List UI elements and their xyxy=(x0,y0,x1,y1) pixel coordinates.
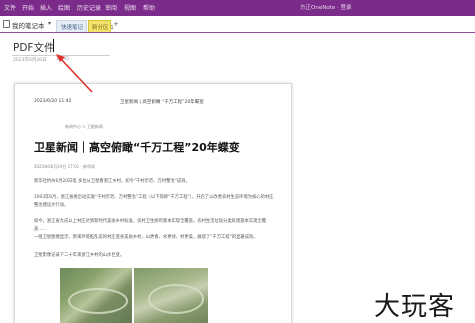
text-cursor xyxy=(53,39,54,52)
page-time: 11:35 xyxy=(56,57,69,62)
printout-paragraph: 一组卫星图像显示，原来环境脏乱差的村庄变身美丽乡村，山更青、水更绿、村更美，展现… xyxy=(34,235,258,240)
watermark-logo: 大玩客 xyxy=(374,292,456,322)
tab-new-section-1[interactable]: 新分区 1 xyxy=(88,20,114,32)
printout-breadcrumb: 新闻中心 > 卫星新闻 xyxy=(65,124,103,129)
page-date: 2023年6月20日 xyxy=(13,58,47,63)
satellite-image-after xyxy=(134,268,208,323)
printout-paragraph: 2003年6月，浙江省委启动实施“千村示范、万村整治”工程（以下简称“千万工程”… xyxy=(34,195,274,208)
menu-review[interactable]: 审阅 xyxy=(105,3,117,12)
tab-new-section-1-label: 新分区 1 xyxy=(92,25,114,31)
account-info[interactable]: 方正OneNote · 登录 xyxy=(300,3,351,11)
menu-help[interactable]: 帮助 xyxy=(143,3,155,12)
onenote-window: 文件 开始 插入 绘图 历史记录 审阅 视图 帮助 方正OneNote · 登录… xyxy=(0,0,475,323)
menu-history[interactable]: 历史记录 xyxy=(77,3,101,12)
tab-quick-notes-label: 快速笔记 xyxy=(61,25,84,31)
printout-paragraph: 如今，浙江省九成以上村庄达到新时代美丽乡村标准，农村卫生厕所基本实现全覆盖，农村… xyxy=(34,219,267,232)
menu-view[interactable]: 视图 xyxy=(124,3,136,12)
chevron-down-icon[interactable]: ▾ xyxy=(48,20,51,27)
printout-meta: 2023年06月19日 17:01 · 新华网 xyxy=(34,164,95,169)
ribbon-menu-bar: 文件 开始 插入 绘图 历史记录 审阅 视图 帮助 方正OneNote · 登录 xyxy=(0,0,475,16)
notebook-icon xyxy=(3,20,10,28)
pdf-printout[interactable]: 2023/6/20 11:42 卫星新闻 | 高空俯瞰 “千万工程”20年蝶变 … xyxy=(14,83,292,323)
section-tabs-bar: 我的笔记本 ▾ 快速笔记 新分区 1 + xyxy=(0,16,475,33)
menu-home[interactable]: 开始 xyxy=(22,3,34,12)
printout-paragraph: 新华社杭州6月20日电 多位从卫星看浙江乡村，如今“千村示范、万村整治”成效。 xyxy=(34,179,190,184)
printout-title: 卫星新闻｜高空俯瞰“千万工程”20年蝶变 xyxy=(34,141,240,154)
menu-file[interactable]: 文件 xyxy=(4,3,16,12)
notebook-selector[interactable]: 我的笔记本 xyxy=(12,20,45,30)
menu-insert[interactable]: 插入 xyxy=(40,3,52,12)
menu-draw[interactable]: 绘图 xyxy=(58,3,70,12)
printout-paragraph: 卫星影像记录下二十年来浙江乡村的山水巨变。 xyxy=(34,253,125,258)
satellite-image-before xyxy=(60,268,132,323)
title-underline xyxy=(12,55,110,56)
printout-datetime: 2023/6/20 11:42 xyxy=(34,99,72,104)
printout-header: 卫星新闻 | 高空俯瞰 “千万工程”20年蝶变 xyxy=(120,100,204,105)
tab-quick-notes[interactable]: 快速笔记 xyxy=(56,20,87,32)
add-section-icon[interactable]: + xyxy=(113,20,119,28)
page-title-input[interactable]: PDF文件 xyxy=(13,40,54,55)
